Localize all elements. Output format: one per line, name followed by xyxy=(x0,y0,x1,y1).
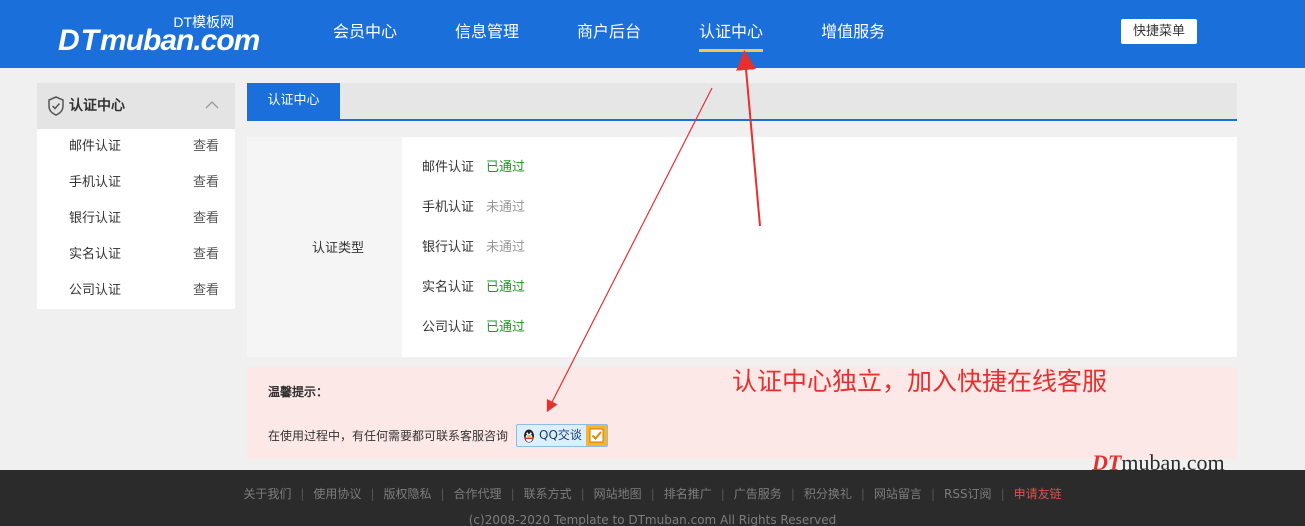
footer-separator: | xyxy=(650,487,655,501)
footer-separator: | xyxy=(790,487,795,501)
status-row: 银行认证 未通过 xyxy=(422,238,525,258)
sidebar-item-phone: 手机认证 查看 xyxy=(37,165,235,201)
footer-link[interactable]: 网站地图 xyxy=(594,487,642,501)
status-row: 邮件认证 已通过 xyxy=(422,158,525,178)
footer-separator: | xyxy=(860,487,865,501)
status-name: 手机认证 xyxy=(422,200,475,215)
notice-title: 温馨提示： xyxy=(268,385,329,399)
qq-chat-label: QQ交谈 xyxy=(539,428,582,442)
sidebar-title: 认证中心 xyxy=(69,98,125,114)
nav-value-added[interactable]: 增值服务 xyxy=(821,0,885,68)
sidebar-item-company: 公司认证 查看 xyxy=(37,273,235,309)
view-link[interactable]: 查看 xyxy=(193,237,219,273)
footer-separator: | xyxy=(720,487,725,501)
footer: 关于我们 | 使用协议 | 版权隐私 | 合作代理 | 联系方式 | 网站地图 | 排名推广 | 广告服务 |… xyxy=(0,470,1305,526)
sidebar-item-label: 邮件认证 xyxy=(69,139,122,154)
sidebar-item-label: 公司认证 xyxy=(69,283,122,298)
footer-link[interactable]: 版权隐私 xyxy=(383,487,431,501)
footer-separator: | xyxy=(300,487,305,501)
nav-merchant-backend[interactable]: 商户后台 xyxy=(577,0,641,68)
footer-link[interactable]: 积分换礼 xyxy=(804,487,852,501)
check-icon xyxy=(586,425,607,446)
main-nav: 会员中心 信息管理 商户后台 认证中心 增值服务 xyxy=(333,0,943,68)
footer-link[interactable]: 网站留言 xyxy=(874,487,922,501)
footer-link[interactable]: RSS订阅 xyxy=(944,487,992,501)
logo-dt: DT xyxy=(58,24,100,57)
view-link[interactable]: 查看 xyxy=(193,129,219,165)
tab-certification-center[interactable]: 认证中心 xyxy=(247,83,340,119)
status-badge: 已通过 xyxy=(486,280,526,295)
status-row: 公司认证 已通过 xyxy=(422,318,525,338)
shield-icon xyxy=(48,96,64,116)
sidebar-item-label: 手机认证 xyxy=(69,175,122,190)
footer-link[interactable]: 联系方式 xyxy=(524,487,572,501)
footer-separator: | xyxy=(370,487,375,501)
footer-separator: | xyxy=(510,487,515,501)
notice-message: 在使用过程中，有任何需要都可联系客服咨询 xyxy=(268,429,509,443)
footer-link[interactable]: 广告服务 xyxy=(734,487,782,501)
status-badge: 已通过 xyxy=(486,320,526,335)
tab-bar: 认证中心 xyxy=(247,83,1237,121)
status-badge: 已通过 xyxy=(486,160,526,175)
status-row: 实名认证 已通过 xyxy=(422,278,525,298)
watermark-text: muban.com xyxy=(1121,450,1225,475)
footer-link[interactable]: 合作代理 xyxy=(454,487,502,501)
certification-panel: 认证类型 邮件认证 已通过 手机认证 未通过 银行认证 未通过 实名认证 已通过 公司认… xyxy=(247,137,1237,357)
nav-info-manage[interactable]: 信息管理 xyxy=(455,0,519,68)
watermark-logo: DTmuban.com xyxy=(1092,450,1225,476)
status-name: 公司认证 xyxy=(422,320,475,335)
status-name: 邮件认证 xyxy=(422,160,475,175)
sidebar-header[interactable]: 认证中心 xyxy=(37,83,235,129)
view-link[interactable]: 查看 xyxy=(193,273,219,309)
logo-text: DTmuban.com xyxy=(58,24,260,58)
footer-separator: | xyxy=(1000,487,1005,501)
qq-chat-button[interactable]: QQ交谈 xyxy=(516,424,608,447)
footer-link-apply[interactable]: 申请友链 xyxy=(1014,487,1062,501)
status-badge: 未通过 xyxy=(486,240,526,255)
status-name: 实名认证 xyxy=(422,280,475,295)
sidebar-item-label: 银行认证 xyxy=(69,211,122,226)
nav-certification-center[interactable]: 认证中心 xyxy=(699,0,764,68)
certification-type-label: 认证类型 xyxy=(312,241,365,256)
chevron-up-icon[interactable] xyxy=(205,100,219,110)
view-link[interactable]: 查看 xyxy=(193,201,219,237)
footer-link[interactable]: 排名推广 xyxy=(664,487,712,501)
sidebar-item-realname: 实名认证 查看 xyxy=(37,237,235,273)
logo-domain: muban.com xyxy=(100,24,260,57)
copyright: (c)2008-2020 Template to DTmuban.com All… xyxy=(468,513,837,526)
status-name: 银行认证 xyxy=(422,240,475,255)
sidebar-item-bank: 银行认证 查看 xyxy=(37,201,235,237)
footer-separator: | xyxy=(440,487,445,501)
top-header: DT模板网 DTmuban.com 会员中心 信息管理 商户后台 认证中心 增值… xyxy=(0,0,1305,68)
qq-penguin-icon xyxy=(524,429,534,443)
watermark-prefix: DT xyxy=(1092,450,1122,475)
sidebar: 认证中心 邮件认证 查看 手机认证 查看 银行认证 查看 实名认证 查看 公司认… xyxy=(37,83,235,309)
footer-separator: | xyxy=(580,487,585,501)
status-badge: 未通过 xyxy=(486,200,526,215)
site-logo[interactable]: DT模板网 DTmuban.com xyxy=(58,12,260,57)
footer-links: 关于我们 | 使用协议 | 版权隐私 | 合作代理 | 联系方式 | 网站地图 | 排名推广 | 广告服务 |… xyxy=(0,485,1305,502)
nav-member-center[interactable]: 会员中心 xyxy=(333,0,397,68)
sidebar-item-email: 邮件认证 查看 xyxy=(37,129,235,165)
footer-separator: | xyxy=(930,487,935,501)
status-row: 手机认证 未通过 xyxy=(422,198,525,218)
annotation-text: 认证中心独立，加入快捷在线客服 xyxy=(732,367,1108,396)
quick-menu-button[interactable]: 快捷菜单 xyxy=(1121,19,1197,44)
footer-link[interactable]: 使用协议 xyxy=(313,487,361,501)
view-link[interactable]: 查看 xyxy=(193,165,219,201)
sidebar-item-label: 实名认证 xyxy=(69,247,122,262)
footer-link[interactable]: 关于我们 xyxy=(243,487,291,501)
